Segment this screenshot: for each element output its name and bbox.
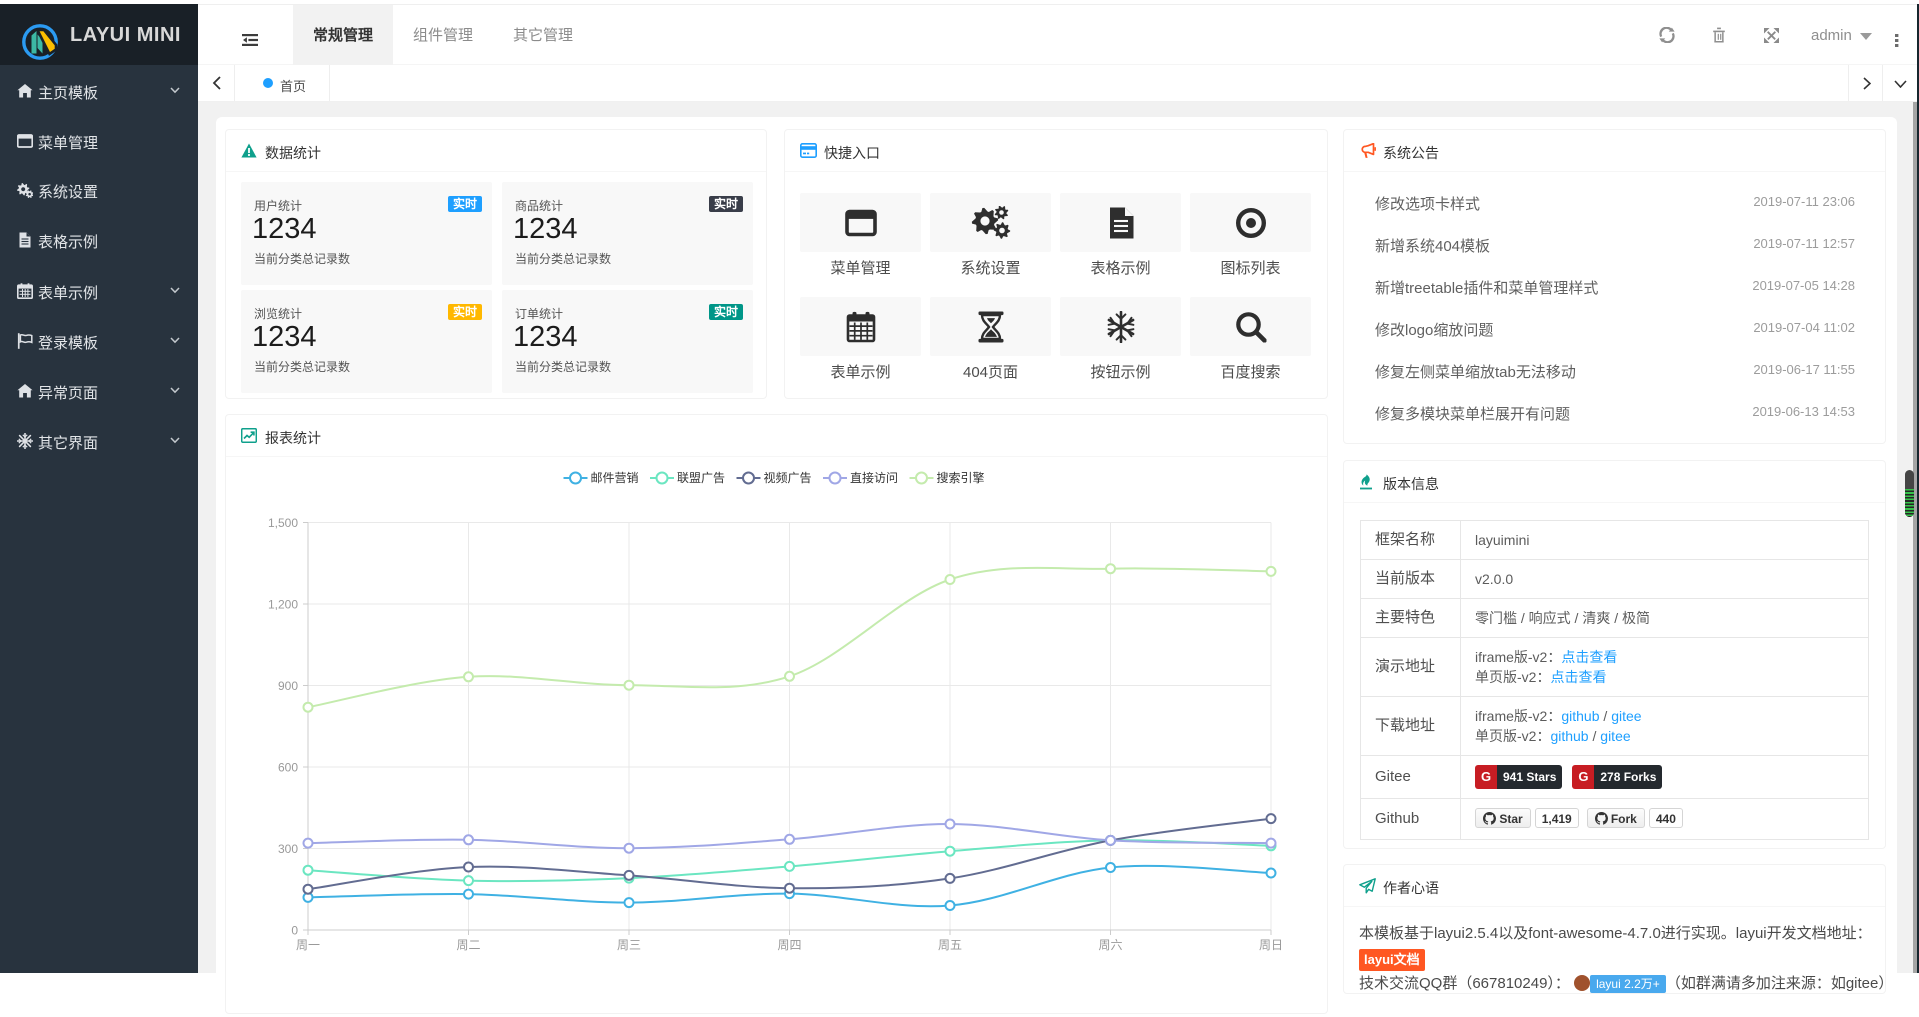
svg-text:视频广告: 视频广告 xyxy=(764,470,812,485)
svg-text:联盟广告: 联盟广告 xyxy=(677,471,725,485)
svg-text:周二: 周二 xyxy=(456,938,480,952)
svg-text:600: 600 xyxy=(278,761,298,775)
svg-text:邮件营销: 邮件营销 xyxy=(591,471,639,485)
svg-text:周日: 周日 xyxy=(1259,938,1283,952)
svg-text:周五: 周五 xyxy=(938,938,962,952)
svg-text:周三: 周三 xyxy=(617,938,641,952)
svg-text:900: 900 xyxy=(278,679,298,693)
svg-text:周六: 周六 xyxy=(1098,938,1122,952)
svg-text:周四: 周四 xyxy=(777,938,801,952)
svg-text:0: 0 xyxy=(291,924,298,938)
svg-text:周一: 周一 xyxy=(296,938,320,952)
svg-text:搜索引擎: 搜索引擎 xyxy=(937,470,985,485)
svg-text:1,500: 1,500 xyxy=(268,516,298,530)
svg-text:300: 300 xyxy=(278,842,298,856)
svg-text:1,200: 1,200 xyxy=(268,598,298,612)
svg-text:直接访问: 直接访问 xyxy=(850,470,898,485)
